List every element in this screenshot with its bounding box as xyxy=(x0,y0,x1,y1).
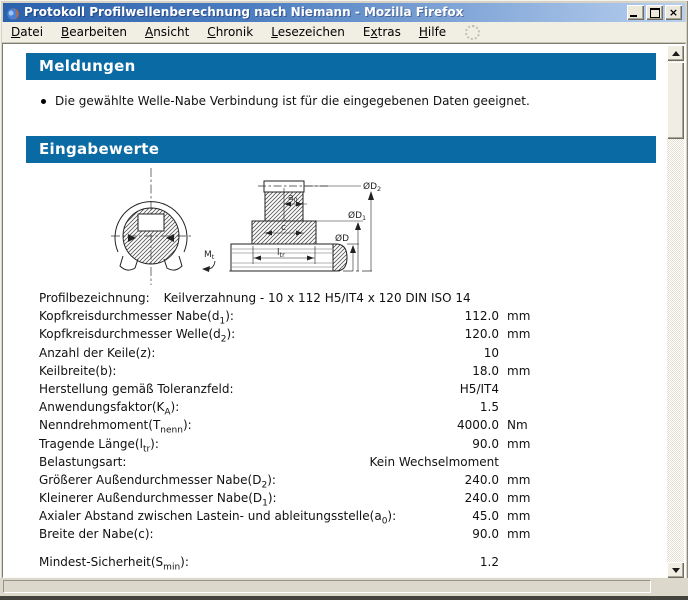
table-row: Anzahl der Keile(z): 10 xyxy=(39,344,604,362)
row-unit: mm xyxy=(507,507,530,525)
menu-item-chronik[interactable]: Chronik xyxy=(198,23,262,41)
row-unit: mm xyxy=(507,489,530,507)
maximize-icon xyxy=(650,8,660,18)
window-controls: × xyxy=(627,5,682,20)
message-text: Die gewählte Welle-Nabe Verbindung ist f… xyxy=(55,94,530,108)
svg-text:ØD2: ØD2 xyxy=(363,181,381,193)
row-label: Kopfkreisdurchmesser Nabe(d1): xyxy=(39,309,234,323)
table-row: Axialer Abstand zwischen Lastein- und ab… xyxy=(39,507,604,525)
row-value: H5/IT4 xyxy=(319,380,499,398)
table-row: Belastungsart: Kein Wechselmoment xyxy=(39,453,604,471)
svg-text:c: c xyxy=(281,223,286,233)
row-label: Tragende Länge(ltr): xyxy=(39,437,159,451)
maximize-button[interactable] xyxy=(646,5,663,20)
arrow-down-icon xyxy=(672,568,680,573)
bullet-icon xyxy=(41,99,46,104)
title-bar[interactable]: Protokoll Profilwellenberechnung nach Ni… xyxy=(3,3,685,22)
vertical-scrollbar[interactable] xyxy=(667,45,684,578)
row-value: 18.0 xyxy=(319,362,499,380)
message-item: Die gewählte Welle-Nabe Verbindung ist f… xyxy=(41,94,530,108)
row-unit: mm xyxy=(507,325,530,343)
min-safety-row: Mindest-Sicherheit(Smin): 1.2 xyxy=(39,553,604,571)
table-row: Kopfkreisdurchmesser Welle(d2): 120.0 mm xyxy=(39,325,604,343)
content-frame: Meldungen Die gewählte Welle-Nabe Verbin… xyxy=(2,43,686,578)
table-row: Herstellung gemäß Toleranzfeld: H5/IT4 xyxy=(39,380,604,398)
row-value: 90.0 xyxy=(319,435,499,453)
window-bottom-edge xyxy=(0,596,688,600)
status-bar xyxy=(0,578,688,596)
row-label: Mindest-Sicherheit(Smin): xyxy=(39,555,189,569)
minimize-icon xyxy=(630,15,637,17)
row-label: Kleinerer Außendurchmesser Nabe(D1): xyxy=(39,491,277,505)
row-unit: mm xyxy=(507,435,530,453)
svg-text:ØD: ØD xyxy=(335,233,349,244)
scrollbar-thumb[interactable] xyxy=(667,62,684,139)
table-row: Breite der Nabe(c): 90.0 mm xyxy=(39,525,604,543)
table-row: Kleinerer Außendurchmesser Nabe(D1): 240… xyxy=(39,489,604,507)
table-row: Tragende Länge(ltr): 90.0 mm xyxy=(39,435,604,453)
row-value: 112.0 xyxy=(319,307,499,325)
close-icon: × xyxy=(669,6,678,19)
table-row: Mindest-Sicherheit(Smin): 1.2 xyxy=(39,553,604,571)
menu-item-hilfe[interactable]: Hilfe xyxy=(410,23,455,41)
arrow-up-icon xyxy=(672,51,680,56)
menu-item-bearbeiten[interactable]: Bearbeiten xyxy=(52,23,136,41)
row-label: Nenndrehmoment(Tnenn): xyxy=(39,418,192,432)
row-label: Belastungsart: xyxy=(39,455,126,469)
row-value: Kein Wechselmoment xyxy=(319,453,499,471)
row-label: Herstellung gemäß Toleranzfeld: xyxy=(39,382,234,396)
row-value: 120.0 xyxy=(319,325,499,343)
close-button[interactable]: × xyxy=(665,5,682,20)
row-value: 240.0 xyxy=(319,489,499,507)
scroll-up-button[interactable] xyxy=(667,45,684,61)
profile-label: Profilbezeichnung: xyxy=(39,291,150,305)
window-title: Protokoll Profilwellenberechnung nach Ni… xyxy=(24,3,623,22)
section-header-meldungen: Meldungen xyxy=(26,53,656,80)
row-value: 45.0 xyxy=(319,507,499,525)
table-row: Nenndrehmoment(Tnenn): 4000.0 Nm xyxy=(39,416,604,434)
input-values-table: Profilbezeichnung: Keilverzahnung - 10 x … xyxy=(39,289,604,571)
profile-value: Keilverzahnung - 10 x 112 H5/IT4 x 120 D… xyxy=(164,291,471,305)
browser-window: Protokoll Profilwellenberechnung nach Ni… xyxy=(0,0,688,600)
menu-items: DateiBearbeitenAnsichtChronikLesezeichen… xyxy=(2,23,455,41)
row-value: 240.0 xyxy=(319,471,499,489)
menu-item-ansicht[interactable]: Ansicht xyxy=(136,23,198,41)
page-content: Meldungen Die gewählte Welle-Nabe Verbin… xyxy=(3,44,668,577)
row-label: Anwendungsfaktor(KA): xyxy=(39,400,179,414)
row-unit: mm xyxy=(507,362,530,380)
scroll-down-button[interactable] xyxy=(667,562,684,578)
section-header-eingabewerte: Eingabewerte xyxy=(26,136,656,163)
row-label: Anzahl der Keile(z): xyxy=(39,346,155,360)
row-unit: mm xyxy=(507,471,530,489)
shaft-hub-diagram: ØD2 ØD1 ØD a0 xyxy=(101,164,401,289)
row-unit: Nm xyxy=(507,416,528,434)
throbber-icon xyxy=(465,25,480,40)
row-value: 1.2 xyxy=(319,553,499,571)
menu-item-extras[interactable]: Extras xyxy=(354,23,410,41)
table-row: Größerer Außendurchmesser Nabe(D2): 240.… xyxy=(39,471,604,489)
menu-bar: DateiBearbeitenAnsichtChronikLesezeichen… xyxy=(2,22,686,43)
row-value: 10 xyxy=(319,344,499,362)
row-label: Breite der Nabe(c): xyxy=(39,527,154,541)
row-value: 4000.0 xyxy=(319,416,499,434)
row-label: Kopfkreisdurchmesser Welle(d2): xyxy=(39,327,235,341)
table-row: Keilbreite(b): 18.0 mm xyxy=(39,362,604,380)
profile-designation-row: Profilbezeichnung: Keilverzahnung - 10 x … xyxy=(39,289,604,307)
status-panel xyxy=(3,580,651,593)
row-value: 90.0 xyxy=(319,525,499,543)
menu-item-lesezeichen[interactable]: Lesezeichen xyxy=(262,23,354,41)
table-row: Kopfkreisdurchmesser Nabe(d1): 112.0 mm xyxy=(39,307,604,325)
row-value: 1.5 xyxy=(319,398,499,416)
row-label: Größerer Außendurchmesser Nabe(D2): xyxy=(39,473,276,487)
table-row: Anwendungsfaktor(KA): 1.5 xyxy=(39,398,604,416)
svg-text:ØD1: ØD1 xyxy=(348,210,366,222)
menu-item-datei[interactable]: Datei xyxy=(2,23,52,41)
row-unit: mm xyxy=(507,307,530,325)
firefox-icon xyxy=(6,6,20,20)
row-label: Keilbreite(b): xyxy=(39,364,116,378)
row-unit: mm xyxy=(507,525,530,543)
table-rows: Kopfkreisdurchmesser Nabe(d1): 112.0 mm … xyxy=(39,307,604,543)
svg-text:Mt: Mt xyxy=(204,250,215,261)
minimize-button[interactable] xyxy=(627,5,644,20)
